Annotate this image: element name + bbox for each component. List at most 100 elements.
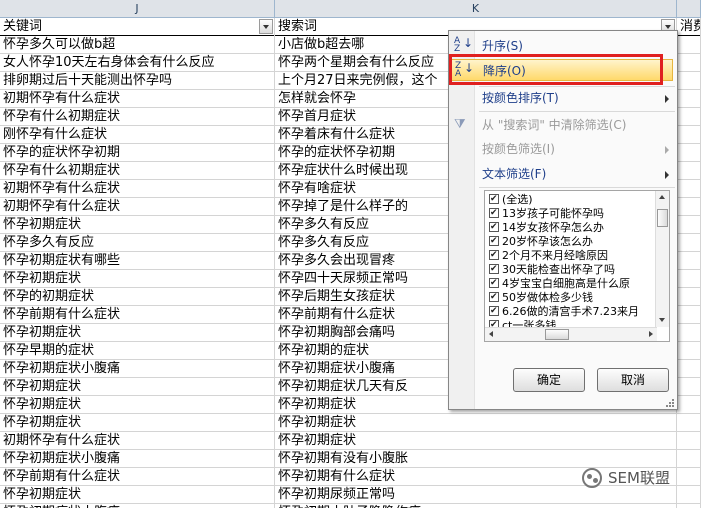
menu-item-filter-by-color[interactable]: 按颜色筛选(I)	[449, 138, 677, 160]
cancel-button[interactable]: 取消	[597, 368, 669, 392]
col-l-cell[interactable]	[677, 270, 701, 288]
col-l-cell[interactable]	[677, 108, 701, 126]
checklist-item[interactable]: 4岁宝宝白细胞高是什么原	[489, 277, 651, 291]
scroll-left-arrow-icon[interactable]	[485, 328, 498, 341]
search-term-cell[interactable]: 怀孕初期症状	[275, 414, 677, 432]
keyword-cell[interactable]: 怀孕前期有什么症状	[0, 468, 275, 486]
scroll-down-arrow-icon[interactable]	[656, 314, 669, 327]
scroll-right-arrow-icon[interactable]	[644, 328, 657, 341]
keyword-cell[interactable]: 初期怀孕有什么症状	[0, 90, 275, 108]
submenu-arrow-icon	[665, 171, 669, 179]
search-term-cell[interactable]: 怀孕初期症状	[275, 432, 677, 450]
col-l-cell[interactable]	[677, 90, 701, 108]
col-l-cell[interactable]	[677, 468, 701, 486]
col-l-cell[interactable]	[677, 486, 701, 504]
col-l-cell[interactable]	[677, 324, 701, 342]
keyword-cell[interactable]: 初期怀孕有什么症状	[0, 432, 275, 450]
scrollbar-thumb[interactable]	[657, 209, 668, 227]
keyword-cell[interactable]: 怀孕初期症状	[0, 216, 275, 234]
keyword-cell[interactable]: 怀孕有什么初期症状	[0, 162, 275, 180]
keyword-cell[interactable]: 怀孕多久有反应	[0, 234, 275, 252]
col-l-cell[interactable]	[677, 306, 701, 324]
keyword-cell[interactable]: 怀孕初期症状小腹痛	[0, 450, 275, 468]
checklist-item[interactable]: 6.26做的清宫手术7.23来月	[489, 305, 651, 319]
filter-dropdown-button-keyword[interactable]	[259, 19, 273, 34]
col-l-cell[interactable]	[677, 396, 701, 414]
checkbox[interactable]	[489, 193, 499, 206]
checkbox[interactable]	[489, 249, 499, 262]
checklist-horizontal-scrollbar[interactable]	[485, 327, 657, 341]
checklist-item[interactable]: 2个月不来月经啥原因	[489, 249, 651, 263]
checkbox[interactable]	[489, 263, 499, 276]
checkbox[interactable]	[489, 305, 499, 318]
col-l-cell[interactable]	[677, 126, 701, 144]
keyword-cell[interactable]: 怀孕前期有什么症状	[0, 306, 275, 324]
col-l-cell[interactable]	[677, 180, 701, 198]
checkbox[interactable]	[489, 235, 499, 248]
keyword-cell[interactable]: 排卵期过后十天能测出怀孕吗	[0, 72, 275, 90]
col-l-cell[interactable]	[677, 288, 701, 306]
col-l-cell[interactable]	[677, 234, 701, 252]
menu-item-sort-by-color[interactable]: 按颜色排序(T)	[449, 87, 677, 109]
col-l-cell[interactable]	[677, 216, 701, 234]
checklist-vertical-scrollbar[interactable]	[655, 191, 669, 327]
column-header-k[interactable]: K	[275, 0, 677, 18]
header-cell-keyword[interactable]: 关键词	[0, 18, 275, 36]
keyword-cell[interactable]: 初期怀孕有什么症状	[0, 198, 275, 216]
col-l-cell[interactable]	[677, 378, 701, 396]
col-l-cell[interactable]	[677, 162, 701, 180]
checklist-item-label: 2个月不来月经啥原因	[502, 249, 608, 262]
keyword-cell[interactable]: 怀孕初期症状有哪些	[0, 252, 275, 270]
ok-button[interactable]: 确定	[513, 368, 585, 392]
keyword-cell[interactable]: 怀孕多久可以做b超	[0, 36, 275, 54]
checkbox[interactable]	[489, 221, 499, 234]
checklist-item-select-all[interactable]: (全选)	[489, 193, 651, 207]
clear-filter-icon: ⧩	[454, 117, 466, 132]
checkbox[interactable]	[489, 207, 499, 220]
menu-item-clear-filter[interactable]: ⧩ 从 "搜索词" 中清除筛选(C)	[449, 114, 677, 136]
col-l-cell[interactable]	[677, 432, 701, 450]
keyword-cell[interactable]: 怀孕的症状怀孕初期	[0, 144, 275, 162]
keyword-cell[interactable]: 怀孕早期的症状	[0, 342, 275, 360]
column-header-l[interactable]	[677, 0, 701, 18]
menu-item-text-filter[interactable]: 文本筛选(F)	[449, 163, 677, 185]
keyword-cell[interactable]: 初期怀孕有什么症状	[0, 180, 275, 198]
col-l-cell[interactable]	[677, 198, 701, 216]
keyword-cell[interactable]: 刚怀孕有什么症状	[0, 126, 275, 144]
scrollbar-thumb[interactable]	[545, 329, 569, 340]
keyword-cell[interactable]: 怀孕初期症状	[0, 324, 275, 342]
col-l-cell[interactable]	[677, 450, 701, 468]
checklist-item[interactable]: 13岁孩子可能怀孕吗	[489, 207, 651, 221]
checklist-item[interactable]: 14岁女孩怀孕怎么办	[489, 221, 651, 235]
resize-grip-icon[interactable]	[665, 399, 675, 407]
checklist-item[interactable]: 50岁做体检多少钱	[489, 291, 651, 305]
keyword-cell[interactable]: 怀孕初期症状小腹痛	[0, 360, 275, 378]
header-cell-l[interactable]: 消费	[677, 18, 701, 36]
keyword-cell[interactable]: 怀孕有什么初期症状	[0, 108, 275, 126]
keyword-cell[interactable]: 怀孕初期症状	[0, 414, 275, 432]
col-l-cell[interactable]	[677, 252, 701, 270]
col-l-cell[interactable]	[677, 342, 701, 360]
keyword-cell[interactable]: 怀孕的初期症状	[0, 288, 275, 306]
checkbox[interactable]	[489, 277, 499, 290]
keyword-cell[interactable]: 怀孕初期症状小腹痛	[0, 504, 275, 508]
checklist-item[interactable]: 20岁怀孕该怎么办	[489, 235, 651, 249]
keyword-cell[interactable]: 怀孕初期症状	[0, 396, 275, 414]
col-l-cell[interactable]	[677, 36, 701, 54]
keyword-cell[interactable]: 怀孕初期症状	[0, 270, 275, 288]
col-l-cell[interactable]	[677, 144, 701, 162]
col-l-cell[interactable]	[677, 54, 701, 72]
scroll-up-arrow-icon[interactable]	[656, 191, 669, 204]
checkbox[interactable]	[489, 291, 499, 304]
col-l-cell[interactable]	[677, 360, 701, 378]
keyword-cell[interactable]: 女人怀孕10天左右身体会有什么反应	[0, 54, 275, 72]
col-l-cell[interactable]	[677, 72, 701, 90]
column-header-j[interactable]: J	[0, 0, 275, 18]
keyword-cell[interactable]: 怀孕初期症状	[0, 378, 275, 396]
filter-value-checklist[interactable]: (全选)13岁孩子可能怀孕吗14岁女孩怀孕怎么办20岁怀孕该怎么办2个月不来月经…	[484, 190, 670, 342]
search-term-cell[interactable]: 怀孕初期小肚子隐隐作痛	[275, 504, 677, 508]
col-l-cell[interactable]	[677, 414, 701, 432]
col-l-cell[interactable]	[677, 504, 701, 508]
checklist-item[interactable]: 30天能检查出怀孕了吗	[489, 263, 651, 277]
keyword-cell[interactable]: 怀孕初期症状	[0, 486, 275, 504]
